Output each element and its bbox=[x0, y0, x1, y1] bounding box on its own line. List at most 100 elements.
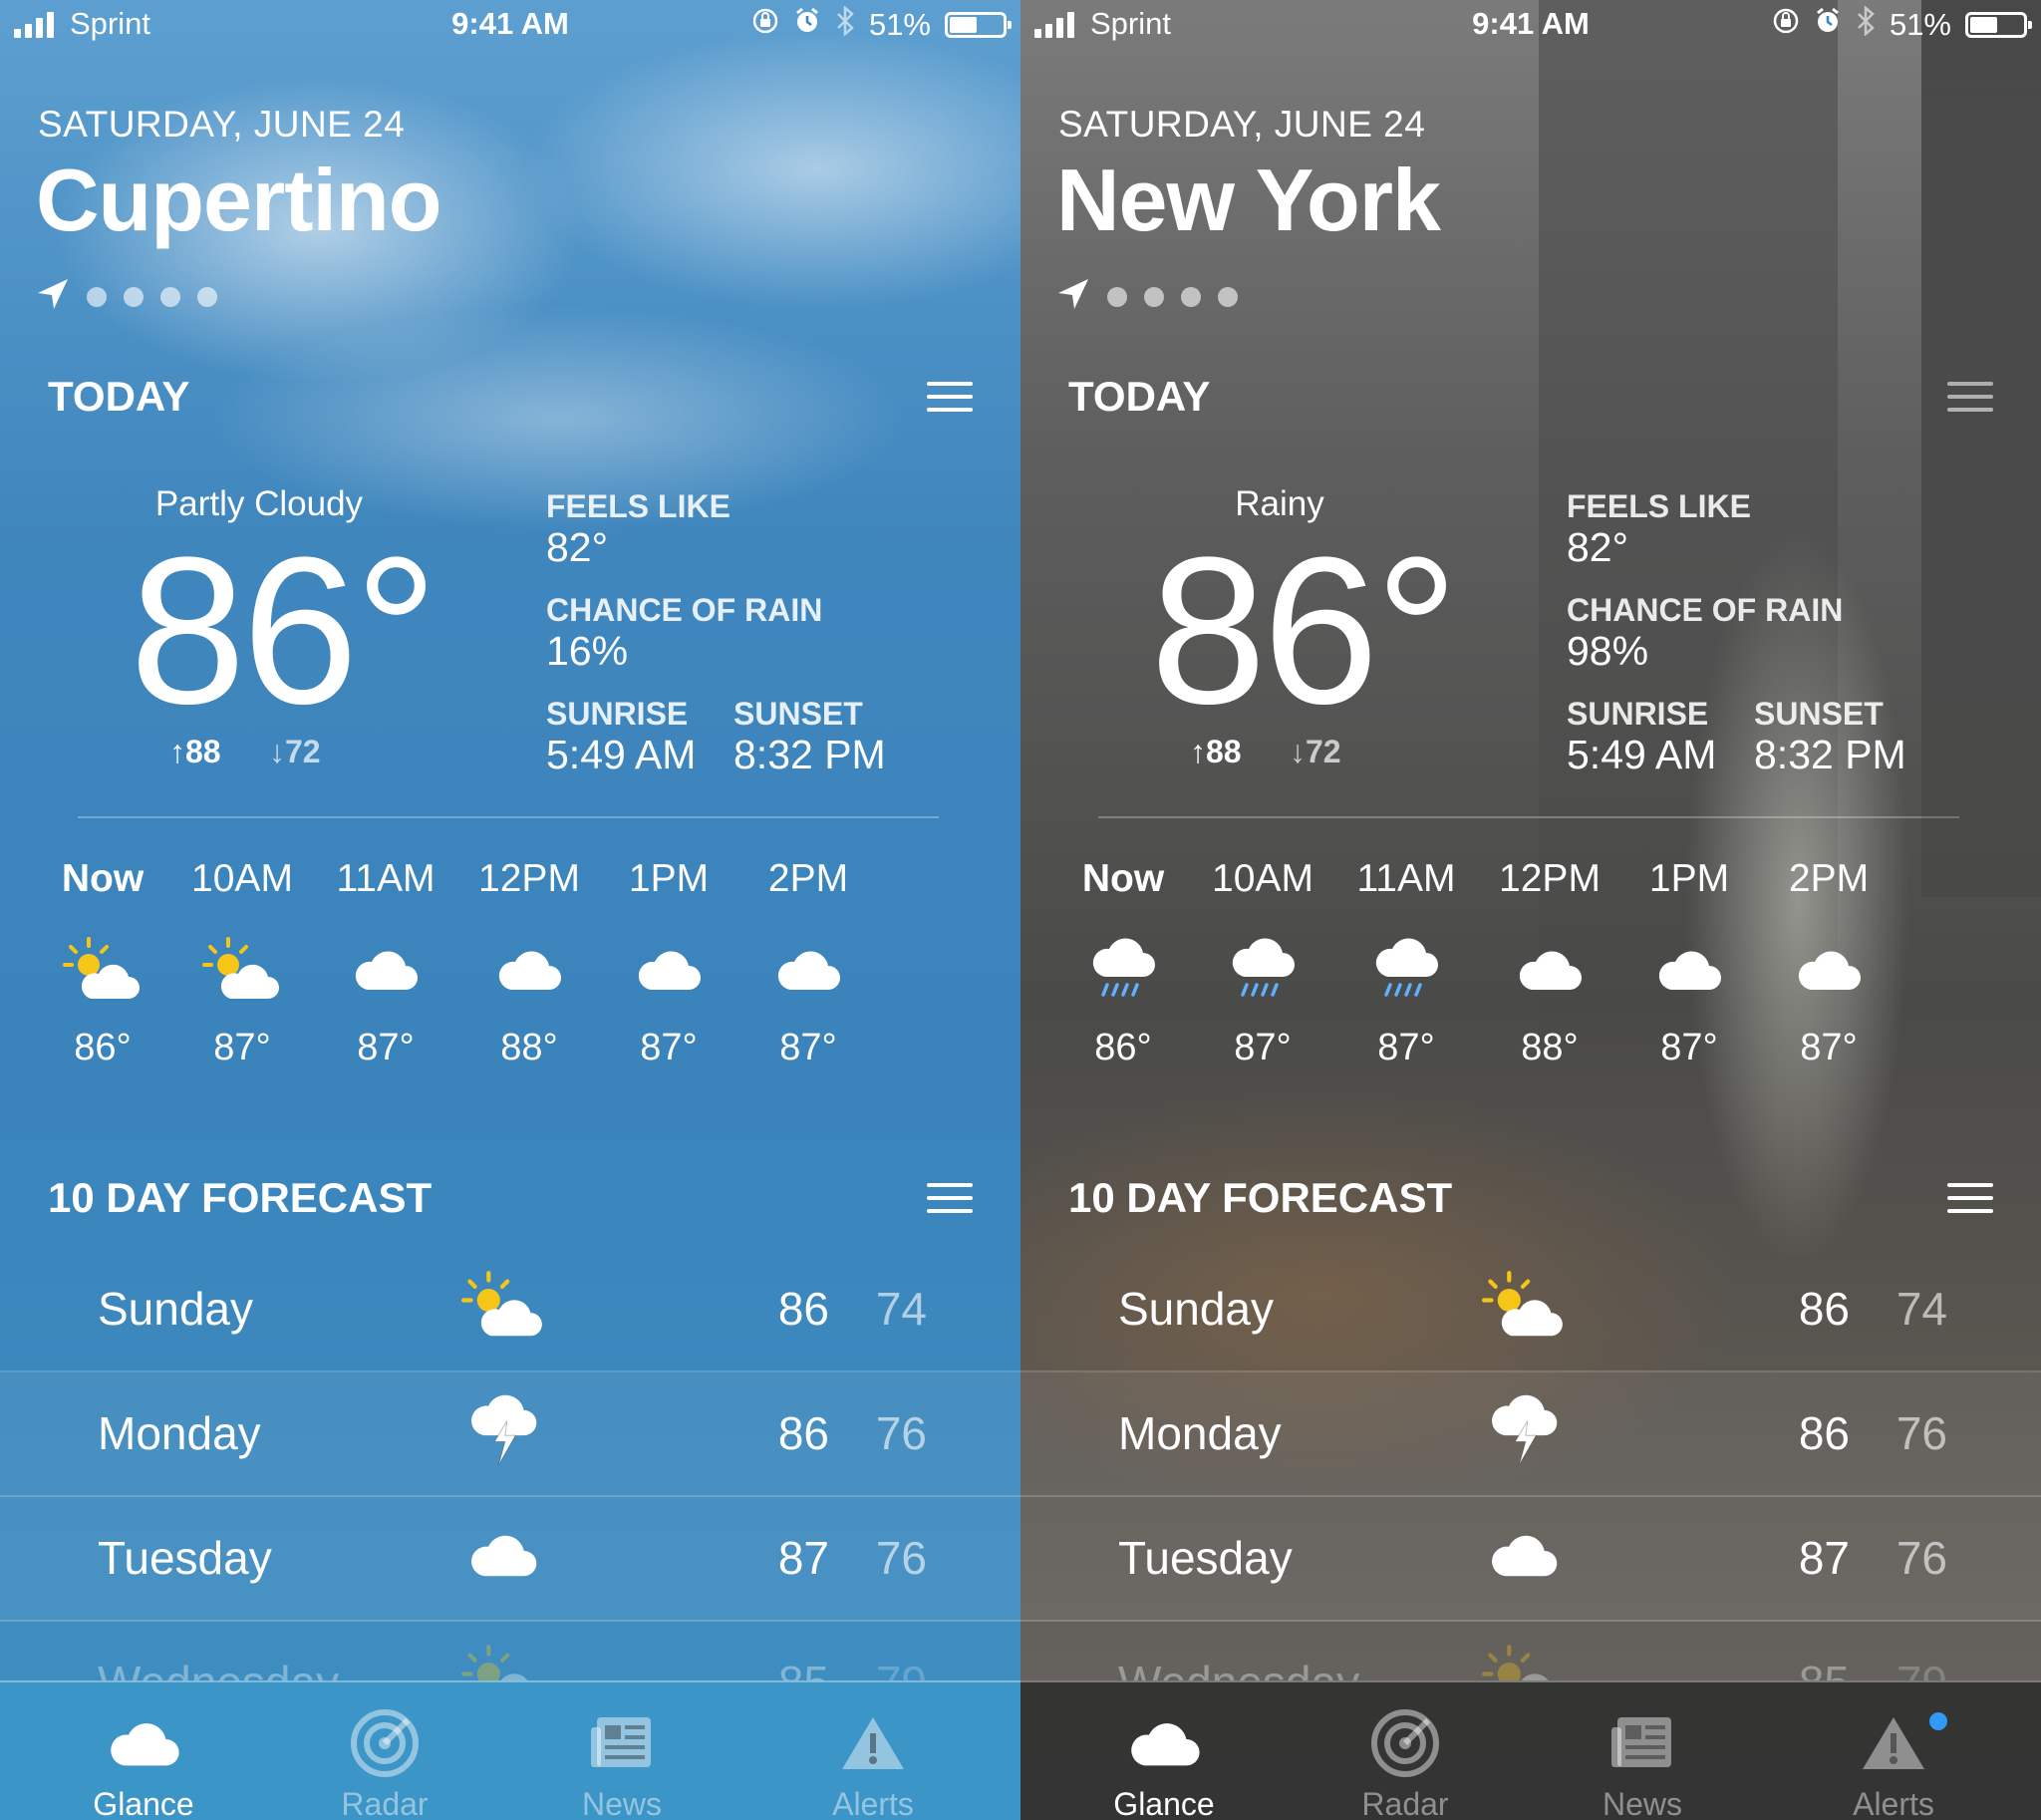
alert-icon bbox=[773, 1702, 973, 1784]
day-row[interactable]: Wednesday 85 79 bbox=[1020, 1622, 2041, 1681]
day-name: Wednesday bbox=[98, 1656, 339, 1681]
alarm-icon bbox=[1814, 7, 1842, 43]
partly-sunny-icon bbox=[458, 1640, 548, 1681]
divider bbox=[78, 816, 939, 818]
status-bar: Sprint 9:41 AM 51% bbox=[1020, 0, 2041, 48]
page-dot[interactable] bbox=[1181, 286, 1201, 307]
hourly-forecast[interactable]: Now 86° 10AM 87° 11AM 87° 12PM 88° 1PM 87° 2PM 87° bbox=[0, 857, 1020, 1096]
tab-label: Alerts bbox=[832, 1786, 914, 1820]
partly-sunny-icon bbox=[1479, 1266, 1569, 1346]
tab-radar[interactable]: Radar bbox=[285, 1682, 484, 1820]
day-name: Sunday bbox=[98, 1283, 254, 1335]
sunset-value: 8:32 PM bbox=[1754, 732, 1906, 777]
screens: Sprint 9:41 AM 51% SATURDAY, JUNE 24 Cup… bbox=[0, 0, 2041, 1820]
forecast-menu-icon[interactable] bbox=[1947, 1183, 1993, 1213]
day-low: 79 bbox=[855, 1656, 927, 1681]
page-dot[interactable] bbox=[124, 286, 144, 307]
daily-forecast-list[interactable]: Sunday 86 74 Monday 86 76 Tuesday 87 76 Wednesday… bbox=[0, 1248, 1020, 1681]
date-label: SATURDAY, JUNE 24 bbox=[1058, 104, 1426, 145]
hourly-forecast[interactable]: Now 86° 10AM 87° 11AM 87° 12PM 88° 1PM 87° 2PM 87° bbox=[1020, 857, 2041, 1096]
low-temperature: ↓72 bbox=[269, 734, 321, 769]
tab-glance[interactable]: Glance bbox=[44, 1682, 243, 1820]
day-row[interactable]: Monday 86 76 bbox=[1020, 1372, 2041, 1497]
today-title: TODAY bbox=[48, 373, 190, 420]
sunset-value: 8:32 PM bbox=[733, 732, 886, 777]
cloud-icon bbox=[724, 923, 893, 1017]
bluetooth-icon bbox=[835, 5, 855, 44]
page-dot[interactable] bbox=[197, 286, 217, 307]
cloud-icon bbox=[44, 1702, 243, 1784]
battery-percent: 51% bbox=[868, 7, 931, 42]
alert-badge bbox=[1929, 1712, 1947, 1730]
day-row[interactable]: Sunday 86 74 bbox=[0, 1248, 1020, 1372]
tab-alerts[interactable]: Alerts bbox=[1794, 1682, 1993, 1820]
battery-icon bbox=[945, 12, 1012, 38]
hourly-item: 2PM 87° bbox=[724, 857, 893, 1069]
battery-icon bbox=[1965, 12, 2032, 38]
partly-sunny-icon bbox=[458, 1266, 548, 1346]
tab-label: News bbox=[581, 1786, 662, 1820]
day-row[interactable]: Tuesday 87 76 bbox=[0, 1497, 1020, 1622]
chance-of-rain-label: CHANCE OF RAIN bbox=[1567, 592, 1844, 628]
tab-label: News bbox=[1602, 1786, 1682, 1820]
thunderstorm-icon bbox=[1479, 1390, 1569, 1470]
feels-like-label: FEELS LIKE bbox=[1567, 488, 1751, 524]
hour-label: 2PM bbox=[767, 857, 849, 900]
day-row[interactable]: Sunday 86 74 bbox=[1020, 1248, 2041, 1372]
ten-day-forecast-title: 10 DAY FORECAST bbox=[1068, 1174, 1453, 1221]
high-temperature: ↑88 bbox=[169, 734, 221, 769]
feels-like-label: FEELS LIKE bbox=[546, 488, 730, 524]
date-label: SATURDAY, JUNE 24 bbox=[38, 104, 406, 145]
battery-percent: 51% bbox=[1889, 7, 1951, 42]
day-high: 86 bbox=[777, 1283, 829, 1335]
day-row[interactable]: Monday 86 76 bbox=[0, 1372, 1020, 1497]
forecast-menu-icon[interactable] bbox=[927, 1183, 973, 1213]
tab-alerts[interactable]: Alerts bbox=[773, 1682, 973, 1820]
tab-label: Radar bbox=[1361, 1786, 1449, 1820]
feels-like-value: 82° bbox=[546, 524, 609, 570]
cloud-icon bbox=[1744, 923, 1913, 1017]
tab-news[interactable]: News bbox=[1543, 1682, 1742, 1820]
today-menu-icon[interactable] bbox=[1947, 382, 1993, 412]
tab-radar[interactable]: Radar bbox=[1306, 1682, 1505, 1820]
page-dot[interactable] bbox=[160, 286, 180, 307]
hour-temperature: 87° bbox=[779, 1027, 837, 1068]
tab-glance[interactable]: Glance bbox=[1064, 1682, 1264, 1820]
today-menu-icon[interactable] bbox=[927, 382, 973, 412]
sunrise-label: SUNRISE bbox=[1567, 696, 1709, 732]
sunrise-label: SUNRISE bbox=[546, 696, 689, 732]
radar-icon bbox=[1306, 1702, 1505, 1784]
page-dot[interactable] bbox=[87, 286, 107, 307]
tab-label: Alerts bbox=[1853, 1786, 1934, 1820]
tab-label: Radar bbox=[341, 1786, 429, 1820]
page-indicator[interactable] bbox=[1056, 277, 1238, 316]
tab-news[interactable]: News bbox=[522, 1682, 722, 1820]
daily-forecast-list[interactable]: Sunday 86 74 Monday 86 76 Tuesday 87 76 Wednesday… bbox=[1020, 1248, 2041, 1681]
partly-sunny-icon bbox=[1479, 1640, 1569, 1681]
status-bar: Sprint 9:41 AM 51% bbox=[0, 0, 1020, 48]
orientation-lock-icon bbox=[1772, 7, 1800, 43]
day-row[interactable]: Tuesday 87 76 bbox=[1020, 1497, 2041, 1622]
hour-temperature: 87° bbox=[1800, 1027, 1858, 1068]
page-indicator[interactable] bbox=[36, 277, 217, 316]
page-dot[interactable] bbox=[1144, 286, 1164, 307]
radar-icon bbox=[285, 1702, 484, 1784]
page-dot[interactable] bbox=[1218, 286, 1238, 307]
day-low: 76 bbox=[875, 1407, 927, 1459]
cloud-icon bbox=[1479, 1515, 1569, 1595]
orientation-lock-icon bbox=[751, 7, 779, 43]
sunrise-value: 5:49 AM bbox=[1567, 732, 1717, 777]
page-dot[interactable] bbox=[1107, 286, 1127, 307]
sunset-label: SUNSET bbox=[733, 696, 863, 732]
day-row[interactable]: Wednesday 85 79 bbox=[0, 1622, 1020, 1681]
news-icon bbox=[522, 1702, 722, 1784]
ten-day-forecast-title: 10 DAY FORECAST bbox=[48, 1174, 433, 1221]
current-temperature: 86° bbox=[130, 513, 438, 748]
day-low: 74 bbox=[875, 1283, 927, 1335]
day-high: 87 bbox=[777, 1532, 829, 1584]
low-temperature: ↓72 bbox=[1290, 734, 1341, 769]
tab-label: Glance bbox=[1113, 1786, 1215, 1820]
sunrise-value: 5:49 AM bbox=[546, 732, 697, 777]
day-low: 76 bbox=[875, 1532, 927, 1584]
day-low: 76 bbox=[1895, 1532, 1947, 1584]
